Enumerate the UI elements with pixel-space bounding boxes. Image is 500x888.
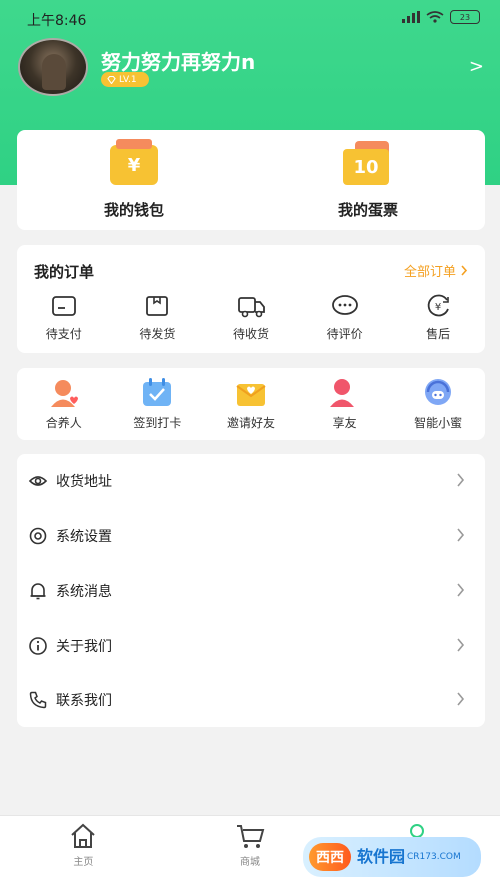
service-share-friend[interactable]: 享友 <box>298 368 392 440</box>
ticket-icon-glyph: 10 <box>353 156 379 178</box>
menu-label: 系统消息 <box>56 584 112 600</box>
battery-icon: 23 <box>450 10 480 24</box>
settings-menu-card: 收货地址 系统设置 系统消息 关于我们 联系我们 <box>17 454 485 727</box>
phone-icon <box>29 691 47 709</box>
service-label: 智能小蜜 <box>414 416 463 430</box>
menu-item-contact[interactable]: 联系我们 <box>17 673 485 727</box>
all-orders-link[interactable]: 全部订单 <box>404 261 468 280</box>
tab-home[interactable]: 主页 <box>0 816 167 888</box>
watermark: 西西 软件园 CR173.COM <box>303 837 481 877</box>
truck-icon <box>238 297 265 318</box>
my-wallet-button[interactable]: ¥ 我的钱包 <box>17 130 251 230</box>
order-after-sales[interactable]: ¥ 售后 <box>391 293 485 342</box>
signal-icon <box>402 11 420 23</box>
order-label: 待评价 <box>326 327 363 341</box>
service-partner[interactable]: 合养人 <box>17 368 111 440</box>
invite-icon <box>236 384 266 406</box>
service-label: 享友 <box>332 416 357 430</box>
status-icons: 23 <box>402 10 480 24</box>
level-label: LV.1 <box>119 74 137 85</box>
calendar-icon <box>143 378 172 406</box>
card-icon <box>51 296 76 316</box>
all-orders-label: 全部订单 <box>403 265 456 280</box>
chevron-right-icon <box>456 472 465 491</box>
avatar[interactable] <box>18 38 88 96</box>
orders-title: 我的订单 <box>34 263 95 281</box>
menu-item-address[interactable]: 收货地址 <box>17 454 485 508</box>
eye-icon <box>28 476 48 486</box>
service-label: 合养人 <box>45 416 82 430</box>
share-friend-icon <box>329 379 357 407</box>
service-label: 邀请好友 <box>226 416 275 430</box>
order-pending-shipment[interactable]: 待发货 <box>111 293 205 342</box>
status-time: 上午8:46 <box>27 13 87 29</box>
chat-icon <box>331 295 358 315</box>
service-assistant[interactable]: 智能小蜜 <box>391 368 485 440</box>
watermark-sub: CR173.COM <box>407 852 461 862</box>
wifi-icon <box>426 11 444 23</box>
level-badge: LV.1 <box>101 72 149 87</box>
chevron-right-icon <box>456 582 465 601</box>
cart-icon <box>237 825 265 848</box>
chevron-right-icon <box>456 691 465 710</box>
chevron-right-icon <box>456 637 465 656</box>
wallet-label: 我的钱包 <box>103 201 164 219</box>
order-pending-review[interactable]: 待评价 <box>298 293 392 342</box>
wallet-card: ¥ 我的钱包 10 我的蛋票 <box>17 130 485 230</box>
menu-label: 收货地址 <box>56 474 112 490</box>
order-label: 待发货 <box>139 327 176 341</box>
yen-icon: ¥ <box>427 294 450 317</box>
service-invite[interactable]: 邀请好友 <box>204 368 298 440</box>
order-label: 售后 <box>426 327 451 341</box>
order-label: 待支付 <box>45 327 82 341</box>
username: 努力努力再努力n <box>101 50 256 74</box>
svg-text:¥: ¥ <box>435 302 441 313</box>
orders-card: 我的订单 全部订单 待支付 待发货 待收货 待评价 ¥ 售后 <box>17 245 485 353</box>
menu-label: 关于我们 <box>56 639 112 655</box>
tab-label: 商城 <box>240 857 260 868</box>
service-label: 签到打卡 <box>133 416 182 430</box>
watermark-text: 软件园 <box>357 847 406 866</box>
profile-header[interactable]: 努力努力再努力n LV.1 > <box>18 38 488 98</box>
menu-label: 联系我们 <box>56 693 112 709</box>
assistant-icon <box>425 379 452 405</box>
box-icon <box>146 296 169 316</box>
ticket-icon: 10 <box>343 141 393 185</box>
chevron-right-icon <box>461 265 468 276</box>
order-pending-payment[interactable]: 待支付 <box>17 293 111 342</box>
diamond-icon <box>107 75 116 84</box>
tab-label: 主页 <box>73 857 94 868</box>
order-pending-receipt[interactable]: 待收货 <box>204 293 298 342</box>
status-bar: 上午8:46 23 <box>0 0 500 36</box>
home-icon <box>71 823 96 848</box>
menu-label: 系统设置 <box>56 529 112 545</box>
watermark-logo: 西西 <box>309 843 351 871</box>
orders-row: 待支付 待发货 待收货 待评价 ¥ 售后 <box>17 293 485 342</box>
settings-icon <box>29 527 47 545</box>
wallet-icon: ¥ <box>110 139 158 185</box>
menu-item-about[interactable]: 关于我们 <box>17 619 485 673</box>
services-card: 合养人 签到打卡 邀请好友 享友 智能小蜜 <box>17 368 485 440</box>
profile-arrow-icon[interactable]: > <box>469 56 484 77</box>
bell-icon <box>30 583 46 600</box>
ticket-label: 我的蛋票 <box>337 201 398 219</box>
wallet-icon-glyph: ¥ <box>127 154 141 176</box>
partner-icon <box>50 380 78 407</box>
info-icon <box>29 637 47 655</box>
menu-item-settings[interactable]: 系统设置 <box>17 509 485 563</box>
menu-item-messages[interactable]: 系统消息 <box>17 564 485 618</box>
chevron-right-icon <box>456 527 465 546</box>
order-label: 待收货 <box>232 327 269 341</box>
service-checkin[interactable]: 签到打卡 <box>111 368 205 440</box>
my-ticket-button[interactable]: 10 我的蛋票 <box>251 130 485 230</box>
